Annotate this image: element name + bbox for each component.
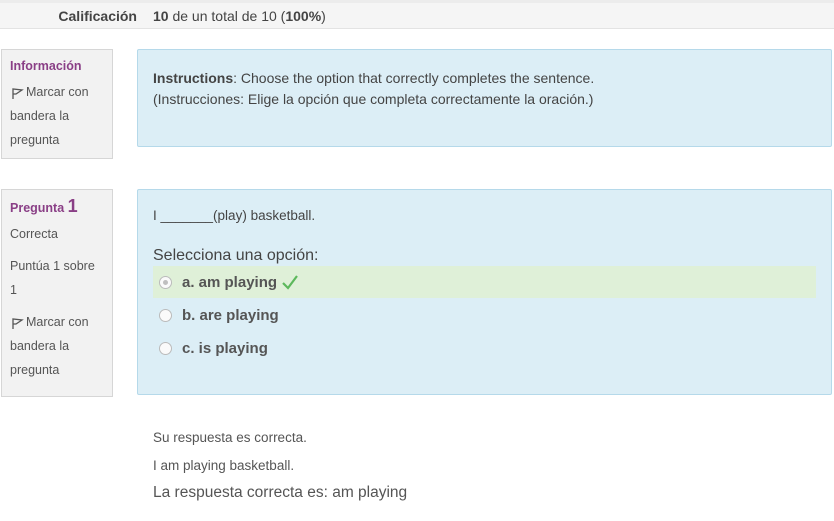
feedback-result: Su respuesta es correcta. bbox=[153, 430, 307, 445]
feedback-sentence: I am playing basketball. bbox=[153, 458, 295, 473]
question-content: I _______(play) basketball. Selecciona u… bbox=[137, 189, 832, 395]
flag-icon bbox=[12, 317, 24, 329]
option-b[interactable]: b. are playing bbox=[153, 299, 816, 331]
question-status: Correcta bbox=[10, 227, 58, 241]
option-b-label: b. are playing bbox=[182, 306, 279, 324]
info-flag-link[interactable]: Marcar con bandera la pregunta bbox=[10, 80, 104, 152]
grade-label: Calificación bbox=[58, 8, 137, 24]
option-prompt: Selecciona una opción: bbox=[153, 247, 319, 264]
grade-score: 10 bbox=[153, 8, 169, 24]
question-text: I _______(play) basketball. bbox=[153, 208, 316, 223]
question-flag-link[interactable]: Marcar con bandera la pregunta bbox=[10, 310, 104, 382]
feedback: Su respuesta es correcta. I am playing b… bbox=[153, 430, 407, 502]
info-content: Instructions: Choose the option that cor… bbox=[137, 49, 832, 147]
question-number: 1 bbox=[67, 196, 78, 216]
option-b-radio[interactable] bbox=[159, 308, 172, 322]
flag-icon bbox=[12, 87, 24, 99]
question-title: Pregunta 1 bbox=[10, 196, 104, 216]
grade-text: de un total de 10 ( bbox=[168, 8, 286, 24]
info-title: Información bbox=[10, 59, 82, 73]
option-c-radio[interactable] bbox=[159, 341, 172, 355]
info-sidebar: Información Marcar con bandera la pregun… bbox=[1, 49, 113, 159]
grade-value: 10 de un total de 10 (100%) bbox=[153, 8, 326, 24]
instructions-translation: (Instrucciones: Elige la opción que comp… bbox=[153, 91, 594, 107]
option-a-radio[interactable] bbox=[159, 275, 172, 289]
question-prefix: Pregunta bbox=[10, 201, 65, 215]
instructions-label: Instructions bbox=[153, 70, 234, 86]
check-icon bbox=[282, 275, 298, 290]
option-a[interactable]: a. am playing bbox=[153, 266, 816, 298]
option-c-label: c. is playing bbox=[182, 339, 268, 357]
instructions: Instructions: Choose the option that cor… bbox=[153, 68, 816, 89]
instructions-text: : Choose the option that correctly compl… bbox=[233, 70, 595, 86]
top-divider bbox=[0, 0, 834, 3]
grade-text-end: ) bbox=[321, 8, 326, 24]
feedback-correct-answer: La respuesta correcta es: am playing bbox=[153, 484, 408, 501]
option-a-label: a. am playing bbox=[182, 273, 278, 291]
grade-percent: 100% bbox=[285, 8, 322, 24]
grade-row: Calificación 10 de un total de 10 (100%) bbox=[0, 0, 834, 29]
question-sidebar: Pregunta 1 Correcta Puntúa 1 sobre 1 Mar… bbox=[1, 189, 113, 397]
question-score: Puntúa 1 sobre 1 bbox=[10, 259, 95, 297]
option-c[interactable]: c. is playing bbox=[153, 332, 816, 364]
